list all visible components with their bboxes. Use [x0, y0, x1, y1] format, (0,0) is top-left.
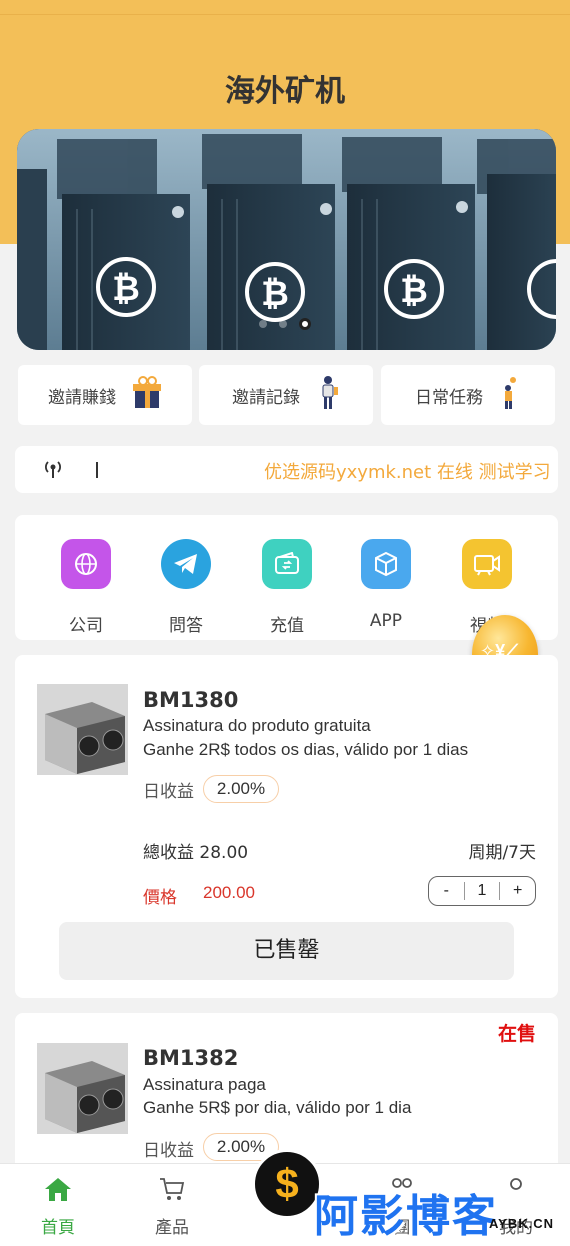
- svg-text:₿: ₿: [261, 274, 289, 314]
- increment-button[interactable]: +: [500, 882, 535, 900]
- notice-text: 优选源码yxymk.net 在线 测试学习: [264, 462, 551, 483]
- tab-products[interactable]: 產品: [132, 1176, 212, 1238]
- globe-icon: [61, 539, 111, 589]
- quick-link-label: 邀請記錄: [232, 387, 300, 408]
- wallet-icon: [262, 539, 312, 589]
- dollar-float-button[interactable]: $: [252, 1149, 322, 1219]
- page-title: 海外矿机: [225, 74, 345, 109]
- home-icon: [44, 1176, 72, 1207]
- tab-label: 產品: [155, 1218, 189, 1238]
- product-name: BM1380: [143, 688, 239, 712]
- notice-cursor: [96, 462, 98, 478]
- product-line2: Ganhe 2R$ todos os dias, válido por 1 di…: [143, 740, 469, 759]
- price-value: 200.00: [203, 883, 255, 902]
- menu-label: APP: [369, 611, 403, 631]
- daily-rate-label: 日收益: [143, 782, 194, 802]
- menu-label: 問答: [169, 616, 203, 636]
- menu-item-company[interactable]: 公司: [51, 539, 121, 636]
- quick-link-daily-tasks[interactable]: 日常任務: [381, 365, 555, 425]
- quick-link-label: 邀請賺錢: [48, 387, 116, 408]
- cart-icon: [158, 1176, 186, 1207]
- gift-icon: [132, 375, 162, 415]
- watermark-logo: 阿影博客 AYBK.CN: [314, 1180, 564, 1242]
- telegram-icon: [161, 539, 211, 589]
- product-line1: Assinatura do produto gratuita: [143, 716, 371, 735]
- product-line2: Ganhe 5R$ por dia, válido por 1 dia: [143, 1098, 412, 1117]
- daily-rate-label: 日收益: [143, 1141, 194, 1161]
- product-line1: Assinatura paga: [143, 1075, 266, 1094]
- carousel-dot[interactable]: [279, 320, 287, 328]
- quantity-value[interactable]: 1: [463, 882, 501, 900]
- product-image: [37, 1043, 128, 1134]
- video-icon: [462, 539, 512, 589]
- total-income: 總收益 28.00: [143, 843, 249, 863]
- carousel-dot-active[interactable]: [299, 318, 311, 330]
- product-card: BM1380 Assinatura do produto gratuita Ga…: [15, 655, 558, 998]
- period: 周期/7天: [468, 843, 536, 863]
- broadcast-icon: [42, 458, 64, 485]
- quick-link-invite-records[interactable]: 邀請記錄: [199, 365, 373, 425]
- product-name: BM1382: [143, 1046, 239, 1070]
- menu-item-app[interactable]: APP: [351, 539, 421, 631]
- tab-home[interactable]: 首頁: [18, 1176, 98, 1238]
- menu-label: 充值: [270, 616, 304, 636]
- menu-label: 公司: [69, 616, 103, 636]
- quick-link-invite-earn[interactable]: 邀請賺錢: [18, 365, 192, 425]
- sold-out-button[interactable]: 已售罄: [59, 922, 514, 980]
- tab-label: 首頁: [41, 1218, 75, 1238]
- svg-text:₿: ₿: [400, 271, 428, 311]
- notice-bar[interactable]: 优选源码yxymk.net 在线 测试学习: [15, 446, 558, 493]
- quantity-stepper: - 1 +: [428, 876, 536, 906]
- header-divider: [0, 14, 570, 15]
- watermark-subtext: AYBK.CN: [488, 1216, 554, 1231]
- carousel-indicators: [259, 318, 311, 330]
- menu-item-faq[interactable]: 問答: [151, 539, 221, 636]
- cube-icon: [361, 539, 411, 589]
- price-label: 價格: [143, 888, 177, 908]
- product-image: [37, 684, 128, 775]
- person-icon: [316, 375, 340, 416]
- daily-rate-badge: 2.00%: [203, 775, 279, 803]
- feature-menu: 公司 問答 充值 APP 視頻: [15, 515, 558, 640]
- carousel-dot[interactable]: [259, 320, 267, 328]
- task-icon: [499, 376, 521, 415]
- bitcoin-miner-image: ₿ ₿ ₿: [17, 129, 556, 350]
- quick-link-label: 日常任務: [415, 387, 483, 408]
- banner-carousel[interactable]: ₿ ₿ ₿: [17, 129, 556, 350]
- watermark-text: 阿影博客: [314, 1191, 498, 1242]
- menu-item-recharge[interactable]: 充值: [252, 539, 322, 636]
- decrement-button[interactable]: -: [429, 882, 464, 900]
- svg-text:₿: ₿: [112, 269, 140, 309]
- status-badge: 在售: [497, 1023, 536, 1045]
